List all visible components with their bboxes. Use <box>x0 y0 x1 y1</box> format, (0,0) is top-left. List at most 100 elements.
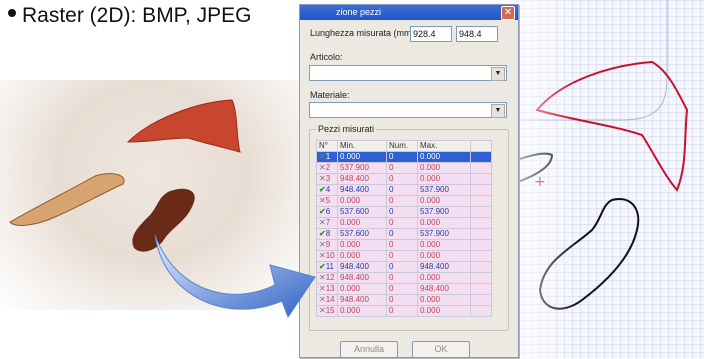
table-row[interactable]: ✕2 537.900 0 0.000 <box>316 162 492 174</box>
cancel-button[interactable]: Annulla <box>340 341 398 358</box>
extra-cell <box>470 272 492 284</box>
table-row[interactable]: ✕1 0.000 0 0.000 <box>316 151 492 163</box>
check-icon: ✔ <box>319 207 326 216</box>
row-number-cell[interactable]: ✕2 <box>316 162 338 174</box>
max-cell[interactable]: 0.000 <box>417 294 471 306</box>
min-cell[interactable]: 948.400 <box>337 294 387 306</box>
max-cell[interactable]: 0.000 <box>417 217 471 229</box>
chevron-down-icon[interactable]: ▼ <box>491 67 505 81</box>
max-cell[interactable]: 0.000 <box>417 250 471 262</box>
pieces-table: N° Min. Num. Max. ✕1 0.000 0 0.000 ✕2 537.900… <box>316 140 492 317</box>
col-header-max[interactable]: Max. <box>417 140 471 152</box>
min-cell[interactable]: 0.000 <box>337 305 387 317</box>
max-cell[interactable]: 948.400 <box>417 283 471 295</box>
num-cell[interactable]: 0 <box>386 305 418 317</box>
num-cell[interactable]: 0 <box>386 283 418 295</box>
row-number-cell[interactable]: ✔4 <box>316 184 338 196</box>
num-cell[interactable]: 0 <box>386 206 418 218</box>
table-row[interactable]: ✕9 0.000 0 0.000 <box>316 239 492 251</box>
min-cell[interactable]: 0.000 <box>337 239 387 251</box>
cad-fade <box>492 0 704 359</box>
extra-cell <box>470 228 492 240</box>
max-cell[interactable]: 537.900 <box>417 228 471 240</box>
min-cell[interactable]: 537.900 <box>337 162 387 174</box>
max-cell[interactable]: 0.000 <box>417 195 471 207</box>
num-cell[interactable]: 0 <box>386 217 418 229</box>
num-cell[interactable]: 0 <box>386 239 418 251</box>
length-input-1[interactable]: 928.4 <box>410 26 452 42</box>
num-cell[interactable]: 0 <box>386 184 418 196</box>
max-cell[interactable]: 0.000 <box>417 162 471 174</box>
max-cell[interactable]: 948.400 <box>417 261 471 273</box>
table-row[interactable]: ✕15 0.000 0 0.000 <box>316 305 492 317</box>
extra-cell <box>470 206 492 218</box>
table-row[interactable]: ✔6 537.600 0 537.900 <box>316 206 492 218</box>
min-cell[interactable]: 537.600 <box>337 206 387 218</box>
length-input-2[interactable]: 948.4 <box>456 26 498 42</box>
col-header-n[interactable]: N° <box>316 140 338 152</box>
num-cell[interactable]: 0 <box>386 228 418 240</box>
min-cell[interactable]: 948.400 <box>337 261 387 273</box>
num-cell[interactable]: 0 <box>386 250 418 262</box>
row-number-cell[interactable]: ✕1 <box>316 151 338 163</box>
min-cell[interactable]: 948.400 <box>337 272 387 284</box>
min-cell[interactable]: 0.000 <box>337 195 387 207</box>
tan-sole-piece <box>9 173 125 226</box>
min-cell[interactable]: 0.000 <box>337 283 387 295</box>
min-cell[interactable]: 0.000 <box>337 217 387 229</box>
articolo-label: Articolo: <box>310 52 343 62</box>
row-number-cell[interactable]: ✕3 <box>316 173 338 185</box>
pieces-group: Pezzi misurati N° Min. Num. Max. ✕1 0.000… <box>309 124 509 331</box>
max-cell[interactable]: 0.000 <box>417 272 471 284</box>
table-row[interactable]: ✕7 0.000 0 0.000 <box>316 217 492 229</box>
row-number-cell[interactable]: ✕5 <box>316 195 338 207</box>
table-row[interactable]: ✕10 0.000 0 0.000 <box>316 250 492 262</box>
max-cell[interactable]: 537.900 <box>417 206 471 218</box>
ok-button[interactable]: OK <box>412 341 470 358</box>
num-cell[interactable]: 0 <box>386 294 418 306</box>
table-row[interactable]: ✕5 0.000 0 0.000 <box>316 195 492 207</box>
max-cell[interactable]: 0.000 <box>417 305 471 317</box>
max-cell[interactable]: 537.900 <box>417 184 471 196</box>
extra-cell <box>470 305 492 317</box>
table-row[interactable]: ✕13 0.000 0 948.400 <box>316 283 492 295</box>
min-cell[interactable]: 948.400 <box>337 173 387 185</box>
max-cell[interactable]: 0.000 <box>417 239 471 251</box>
min-cell[interactable]: 537.600 <box>337 228 387 240</box>
min-cell[interactable]: 948.400 <box>337 184 387 196</box>
length-label: Lunghezza misurata (mm): <box>310 28 418 38</box>
dialog-titlebar[interactable]: zione pezzi ✕ <box>300 5 518 20</box>
extra-cell <box>470 184 492 196</box>
extra-cell <box>470 250 492 262</box>
table-row[interactable]: ✕3 948.400 0 0.000 <box>316 173 492 185</box>
table-row[interactable]: ✔4 948.400 0 537.900 <box>316 184 492 196</box>
x-mark-icon: ✕ <box>319 284 326 293</box>
num-cell[interactable]: 0 <box>386 173 418 185</box>
articolo-select[interactable]: ▼ <box>309 65 507 81</box>
col-header-min[interactable]: Min. <box>337 140 387 152</box>
extra-cell <box>470 239 492 251</box>
max-cell[interactable]: 0.000 <box>417 173 471 185</box>
x-mark-icon: ✕ <box>319 273 326 282</box>
num-cell[interactable]: 0 <box>386 195 418 207</box>
table-row[interactable]: ✔8 537.600 0 537.900 <box>316 228 492 240</box>
table-row[interactable]: ✔11 948.400 0 948.400 <box>316 261 492 273</box>
extra-cell <box>470 195 492 207</box>
min-cell[interactable]: 0.000 <box>337 151 387 163</box>
num-cell[interactable]: 0 <box>386 272 418 284</box>
num-cell[interactable]: 0 <box>386 261 418 273</box>
close-button[interactable]: ✕ <box>501 6 515 20</box>
table-row[interactable]: ✕12 948.400 0 0.000 <box>316 272 492 284</box>
num-cell[interactable]: 0 <box>386 151 418 163</box>
chevron-down-icon[interactable]: ▼ <box>491 104 505 118</box>
col-header-num[interactable]: Num. <box>386 140 418 152</box>
max-cell[interactable]: 0.000 <box>417 151 471 163</box>
x-mark-icon: ✕ <box>319 152 326 161</box>
x-mark-icon: ✕ <box>319 174 326 183</box>
table-row[interactable]: ✕14 948.400 0 0.000 <box>316 294 492 306</box>
materiale-select[interactable]: ▼ <box>309 102 507 118</box>
min-cell[interactable]: 0.000 <box>337 250 387 262</box>
x-mark-icon: ✕ <box>319 218 326 227</box>
num-cell[interactable]: 0 <box>386 162 418 174</box>
bullet-text: Raster (2D): BMP, JPEG <box>22 4 252 27</box>
